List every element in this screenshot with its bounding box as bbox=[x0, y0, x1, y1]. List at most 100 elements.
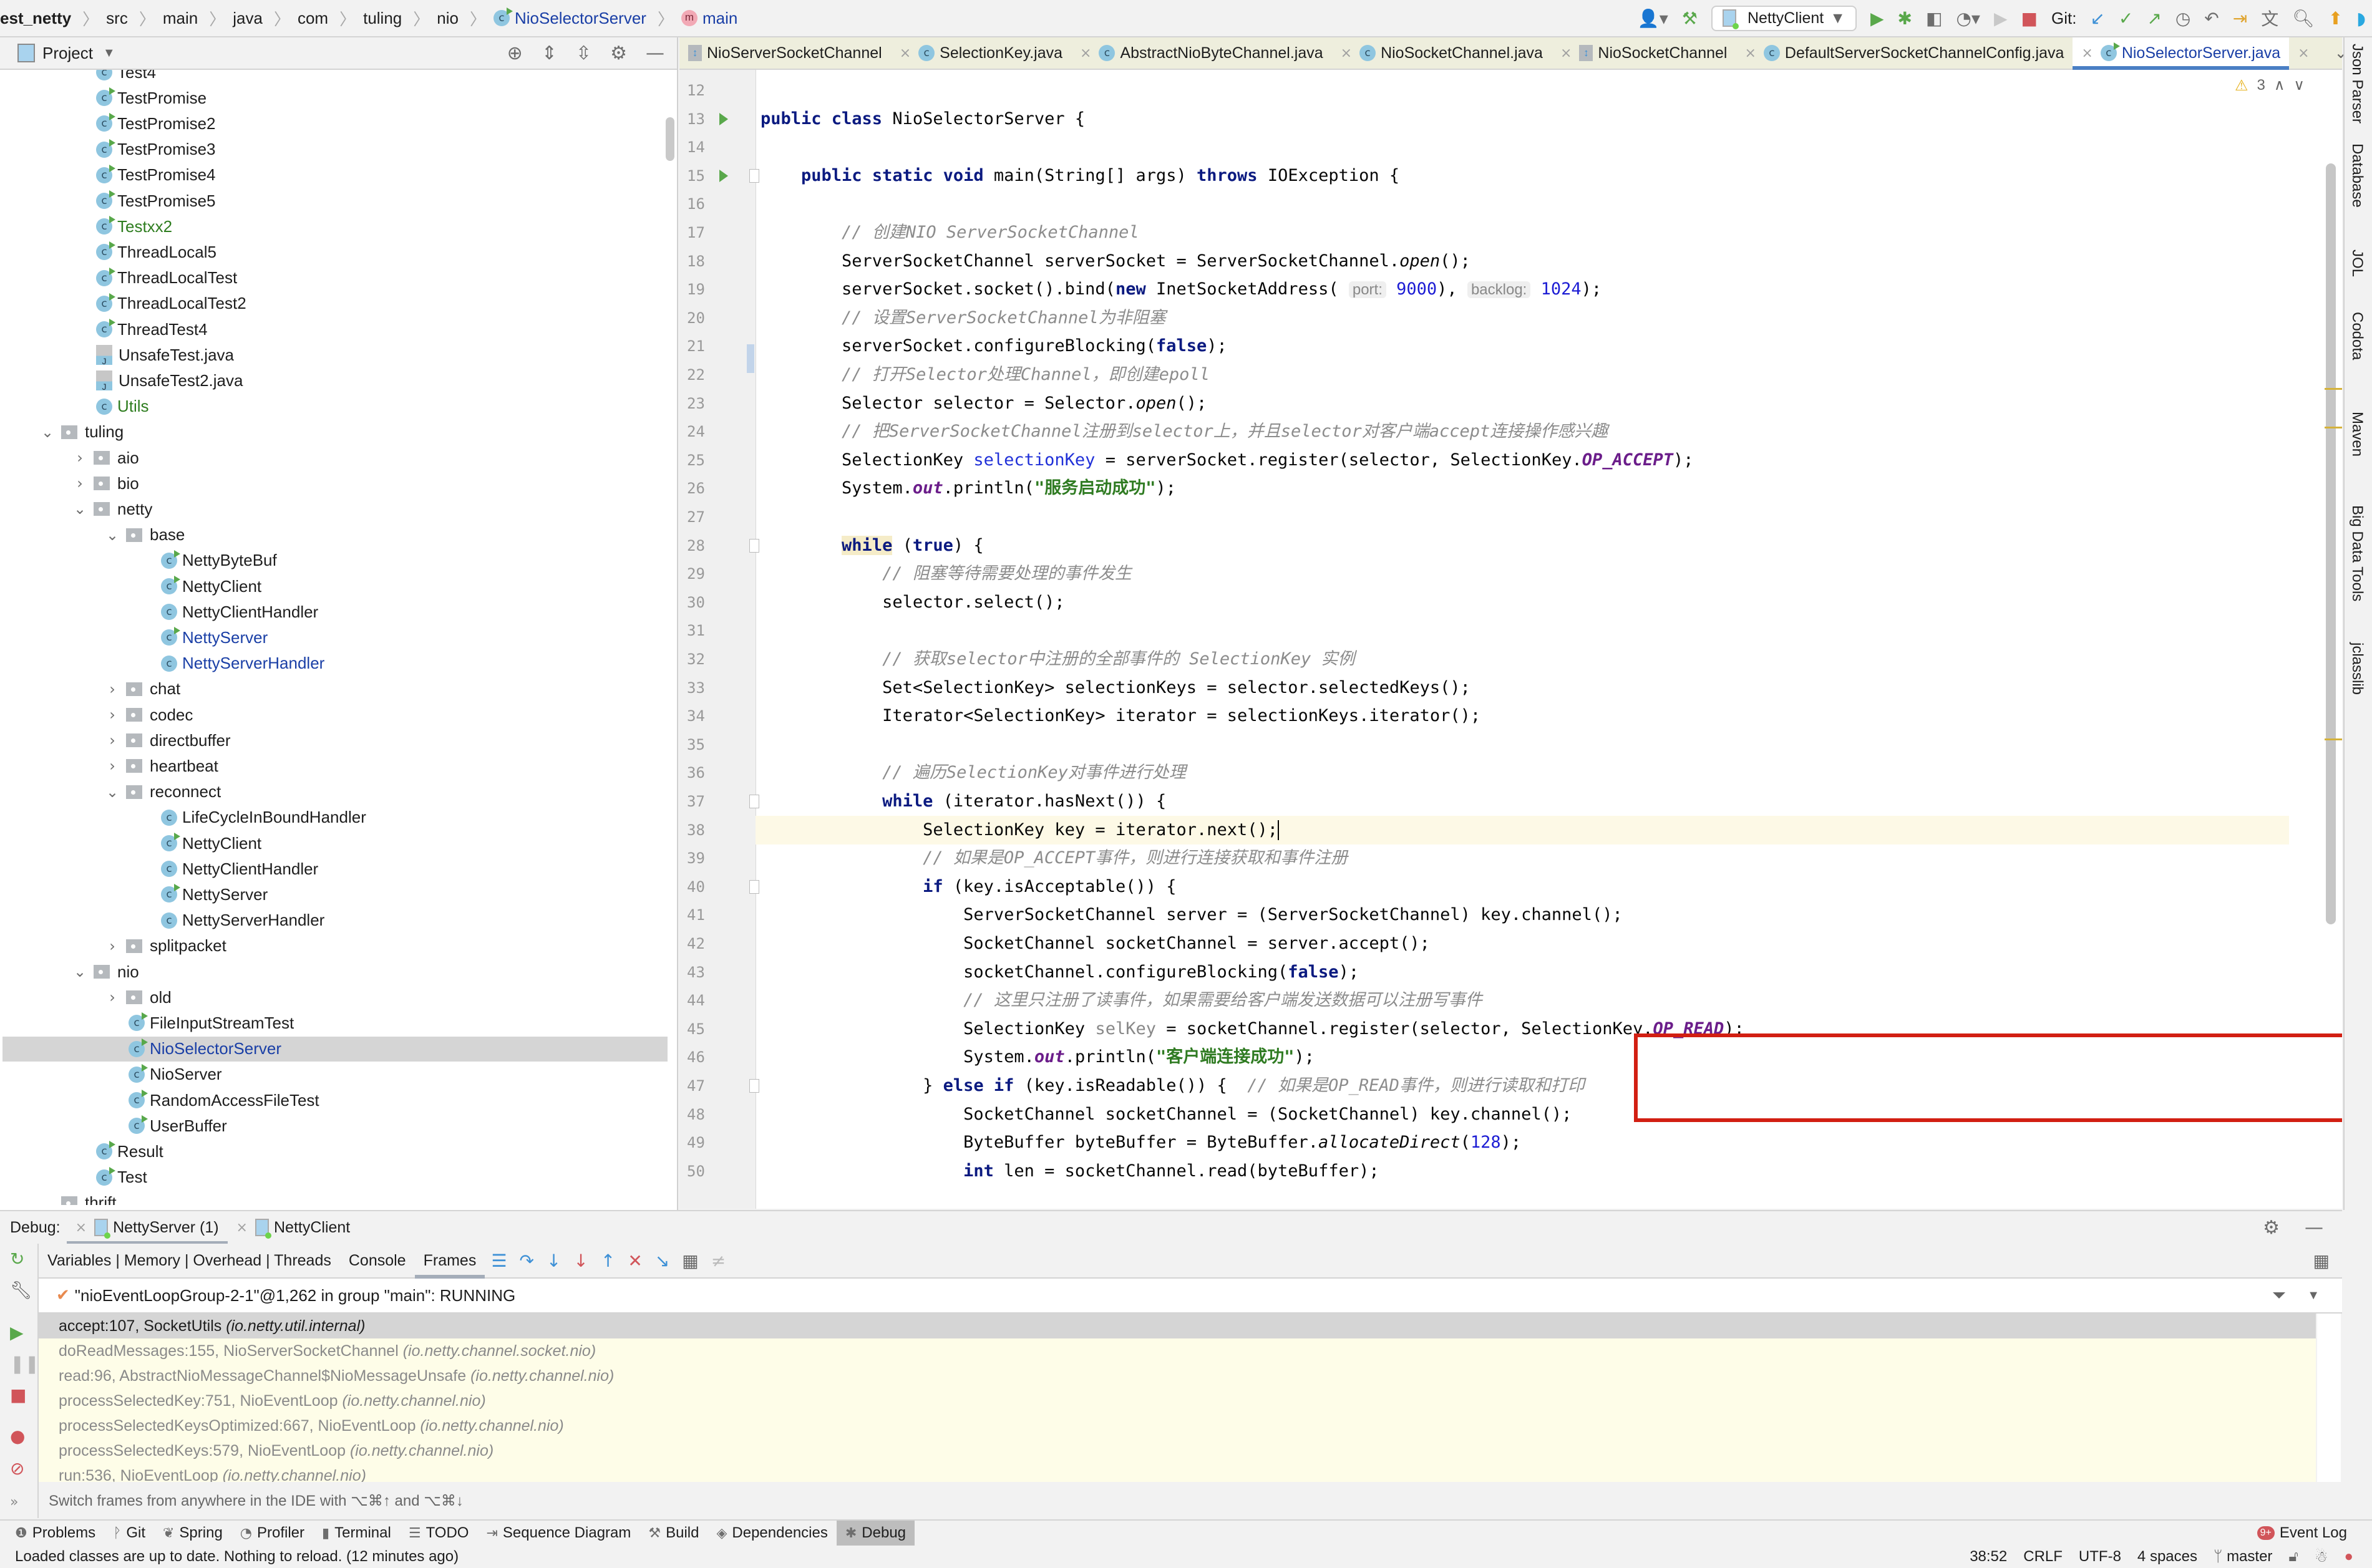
resume-icon[interactable]: ▶ bbox=[10, 1322, 24, 1343]
force-step-into-icon[interactable]: ↓ bbox=[573, 1251, 588, 1271]
debug-subtab[interactable]: Console bbox=[340, 1244, 415, 1277]
mute-breakpoints-icon[interactable]: ⊘ bbox=[10, 1458, 24, 1479]
tree-file[interactable]: c NettyServer bbox=[161, 625, 268, 650]
chevron-right-icon[interactable]: › bbox=[105, 757, 120, 775]
close-tab-icon[interactable]: × bbox=[1560, 46, 1572, 61]
code-line[interactable]: while (true) { bbox=[761, 531, 2289, 560]
breadcrumb-item[interactable]: m main bbox=[681, 9, 737, 28]
code-line[interactable]: SelectionKey key = iterator.next(); bbox=[756, 815, 2289, 844]
stack-frame[interactable]: processSelectedKeys:579, NioEventLoop (i… bbox=[39, 1438, 2316, 1463]
lock-icon[interactable]: 🔓︎ bbox=[2288, 1548, 2298, 1566]
tree-folder[interactable]: › chat bbox=[105, 677, 180, 702]
tree-scrollbar[interactable] bbox=[666, 117, 674, 161]
chevron-down-icon[interactable]: ⌄ bbox=[40, 423, 55, 441]
run-configuration-select[interactable]: NettyClient ▼ bbox=[1711, 5, 1857, 31]
chevron-down-icon[interactable]: ▼ bbox=[2307, 1289, 2320, 1303]
code-line[interactable]: System.out.println("客户端连接成功"); bbox=[761, 1043, 2289, 1072]
tree-file[interactable]: c FileInputStreamTest bbox=[129, 1010, 294, 1035]
code-line[interactable]: serverSocket.socket().bind(new InetSocke… bbox=[761, 275, 2289, 304]
line-number[interactable]: 43 bbox=[687, 958, 724, 987]
fold-icon[interactable] bbox=[749, 879, 759, 894]
minimize-icon[interactable]: — bbox=[646, 42, 664, 64]
code-line[interactable]: // 获取selector中注册的全部事件的 SelectionKey 实例 bbox=[761, 645, 2289, 674]
code-line[interactable]: // 把ServerSocketChannel注册到selector上，并且se… bbox=[761, 417, 2289, 446]
event-log-button[interactable]: 9+ Event Log bbox=[2257, 1521, 2347, 1546]
tree-file[interactable]: c Testxx2 bbox=[96, 214, 172, 239]
profile-icon[interactable]: ◔▾ bbox=[1956, 8, 1980, 29]
tree-file[interactable]: c NettyServer bbox=[161, 882, 268, 907]
stack-frame[interactable]: processSelectedKey:751, NioEventLoop (io… bbox=[39, 1388, 2316, 1413]
tree-file[interactable]: c NettyClient bbox=[161, 574, 261, 599]
tree-file[interactable]: c Result bbox=[96, 1139, 163, 1164]
tree-file[interactable]: c ThreadTest4 bbox=[96, 317, 208, 342]
tree-folder[interactable]: › heartbeat bbox=[105, 753, 218, 778]
gear-icon[interactable]: ⚙ bbox=[610, 42, 627, 64]
tree-folder[interactable]: › bio bbox=[72, 471, 139, 496]
breadcrumb-item[interactable]: c NioSelectorServer bbox=[493, 7, 646, 28]
code-line[interactable]: System.out.println("服务启动成功"); bbox=[761, 474, 2289, 503]
notifications-icon[interactable]: ● bbox=[2345, 1548, 2354, 1566]
code-line[interactable]: // 打开Selector处理Channel，即创建epoll bbox=[761, 361, 2289, 389]
inspection-widget[interactable]: ⚠ 3 ∧ ∨ bbox=[2235, 76, 2305, 94]
run-gutter-icon[interactable] bbox=[719, 112, 728, 125]
warning-stripe[interactable] bbox=[2325, 738, 2342, 740]
line-number[interactable]: 22 bbox=[687, 361, 724, 389]
line-number[interactable]: 14 bbox=[687, 133, 724, 162]
rollback-icon[interactable]: ↶ bbox=[2204, 8, 2219, 29]
stack-frame[interactable]: accept:107, SocketUtils (io.netty.util.i… bbox=[39, 1314, 2316, 1338]
tree-file[interactable]: c TestPromise4 bbox=[96, 163, 216, 188]
close-tab-icon[interactable]: × bbox=[2081, 46, 2093, 61]
update-icon[interactable]: ⬆ bbox=[2328, 8, 2343, 29]
tree-file[interactable]: J UnsafeTest.java bbox=[96, 342, 234, 367]
chevron-right-icon[interactable]: › bbox=[105, 937, 120, 955]
line-number[interactable]: 38 bbox=[687, 816, 724, 844]
line-number[interactable]: 16 bbox=[687, 190, 724, 218]
code-line[interactable]: // 设置ServerSocketChannel为非阻塞 bbox=[761, 304, 2289, 332]
step-into-icon[interactable]: ↓ bbox=[547, 1251, 561, 1271]
step-over-icon[interactable]: ↷ bbox=[519, 1251, 533, 1271]
chevron-right-icon[interactable]: › bbox=[105, 680, 120, 698]
line-number[interactable]: 26 bbox=[687, 474, 724, 503]
tree-folder[interactable]: thrift bbox=[40, 1191, 117, 1205]
next-highlight-icon[interactable]: ∨ bbox=[2293, 76, 2305, 94]
locate-icon[interactable]: ⊕ bbox=[507, 42, 523, 64]
minimize-icon[interactable]: — bbox=[2305, 1217, 2323, 1239]
resume-disabled-icon[interactable]: ▶ bbox=[1994, 8, 2008, 29]
editor-tab[interactable]: × c NioSelectorServer.java bbox=[2073, 37, 2290, 70]
line-number[interactable]: 19 bbox=[687, 275, 724, 304]
debug-session-tab[interactable]: × NettyClient bbox=[228, 1211, 359, 1244]
breadcrumb-item[interactable]: src bbox=[106, 9, 128, 28]
tree-file[interactable]: c ThreadLocalTest bbox=[96, 266, 237, 291]
stop-icon[interactable]: ■ bbox=[2021, 8, 2038, 29]
line-number[interactable]: 29 bbox=[687, 559, 724, 588]
tree-file[interactable]: c RandomAccessFileTest bbox=[129, 1088, 319, 1113]
editor-gutter[interactable]: 12 13 14 15 16 17 18 19 20 21 22 23 24 25 26 27 28 29 30 31… bbox=[679, 70, 759, 1209]
line-number[interactable]: 15 bbox=[687, 162, 724, 190]
pause-icon[interactable]: ❚❚ bbox=[10, 1353, 39, 1374]
breadcrumb-item[interactable]: main bbox=[163, 9, 198, 28]
code-line[interactable]: // 这里只注册了读事件，如果需要给客户端发送数据可以注册写事件 bbox=[761, 986, 2289, 1015]
right-tool-database[interactable]: Database bbox=[2348, 143, 2366, 208]
code-line[interactable]: SelectionKey selKey = socketChannel.regi… bbox=[761, 1015, 2289, 1043]
tool-tab-git[interactable]: ᚹ Git bbox=[104, 1521, 154, 1546]
warning-stripe[interactable] bbox=[2325, 388, 2342, 390]
line-number[interactable]: 24 bbox=[687, 417, 724, 446]
line-number[interactable]: 50 bbox=[687, 1157, 724, 1186]
filter-icon[interactable]: ⏷ bbox=[2272, 1285, 2286, 1306]
chevron-down-icon[interactable]: ▼ bbox=[103, 46, 115, 60]
chevron-down-icon[interactable]: ⌄ bbox=[72, 500, 87, 518]
tree-folder[interactable]: ⌄ tuling bbox=[40, 420, 124, 445]
search-icon[interactable]: 🔍︎ bbox=[2292, 8, 2315, 29]
plugin-logo-icon[interactable]: ◗ bbox=[2356, 8, 2366, 29]
code-line[interactable]: socketChannel.configureBlocking(false); bbox=[761, 958, 2289, 987]
line-number[interactable]: 37 bbox=[687, 787, 724, 816]
right-tool-jclasslib[interactable]: jclasslib bbox=[2348, 642, 2366, 695]
line-number[interactable]: 28 bbox=[687, 531, 724, 560]
evaluate-expression-icon[interactable]: ▦ bbox=[682, 1251, 698, 1271]
chevron-down-icon[interactable]: ⌄ bbox=[72, 963, 87, 980]
layout-settings-icon[interactable]: ▦ bbox=[2313, 1251, 2330, 1271]
code-editor[interactable]: 12 13 14 15 16 17 18 19 20 21 22 23 24 25 26 27 28 29 30 31… bbox=[679, 70, 2342, 1209]
code-line[interactable] bbox=[761, 190, 2289, 218]
trace-stream-icon[interactable]: ≠ bbox=[711, 1251, 726, 1271]
code-line[interactable]: // 遍历SelectionKey对事件进行处理 bbox=[761, 758, 2289, 787]
